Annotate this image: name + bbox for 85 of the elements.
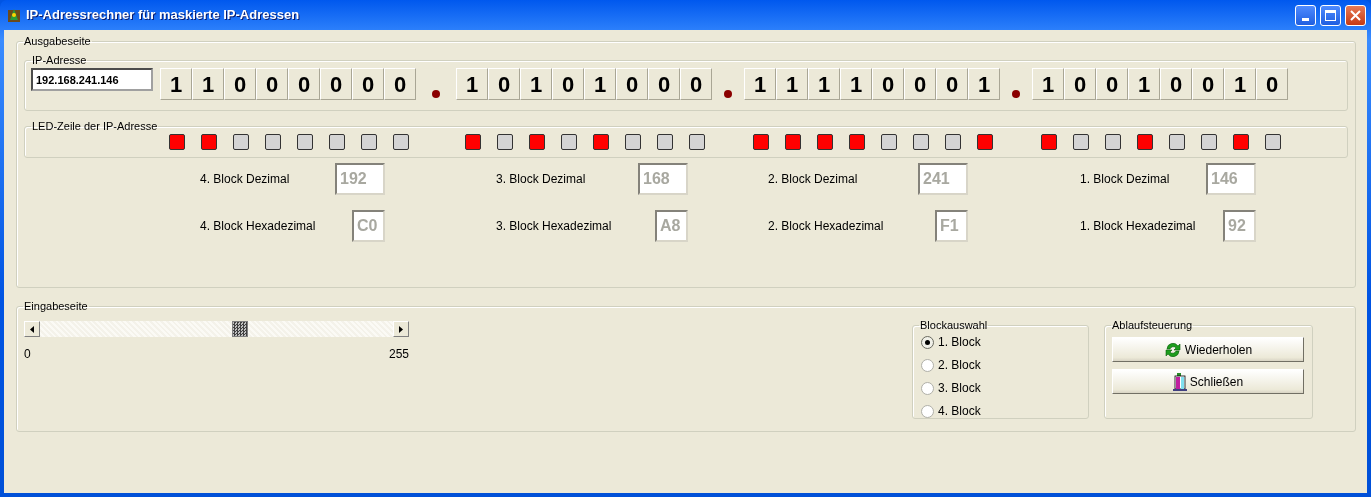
hex-value-field: C0: [352, 210, 385, 242]
bit-cell: 0: [488, 68, 520, 100]
close-icon: [1350, 9, 1361, 21]
ip-address-field[interactable]: 192.168.241.146: [31, 68, 153, 91]
right-arrow-icon: [399, 325, 403, 333]
minimize-button[interactable]: [1295, 4, 1316, 26]
bit-cell: 1: [776, 68, 808, 100]
bit-cell: 0: [288, 68, 320, 100]
hex-value-field: F1: [935, 210, 968, 242]
bit-cell: 1: [968, 68, 1000, 100]
field-label: 4. Block Hexadezimal: [200, 218, 316, 235]
maximize-button[interactable]: [1320, 4, 1341, 26]
scroll-left-button[interactable]: [24, 321, 40, 337]
group-title: Blockauswahl: [919, 320, 989, 331]
close-button[interactable]: [1345, 4, 1366, 26]
group-title: Eingabeseite: [23, 301, 89, 312]
field-label: 4. Block Dezimal: [200, 171, 290, 188]
door-icon: [1172, 372, 1187, 391]
bit-cell: 0: [1192, 68, 1224, 100]
max-label: 255: [388, 346, 409, 363]
bit-cell: 0: [384, 68, 416, 100]
bit-cell: 1: [1128, 68, 1160, 100]
maximize-icon: [1325, 9, 1336, 21]
bit-cell: 1: [808, 68, 840, 100]
field-label: 1. Block Dezimal: [1080, 171, 1170, 188]
min-label: 0: [24, 346, 31, 363]
decimal-value-field: 146: [1206, 163, 1256, 195]
field-label: 2. Block Hexadezimal: [768, 218, 884, 235]
dot-separator: [724, 90, 732, 98]
bit-cell: 0: [936, 68, 968, 100]
minimize-icon: [1302, 17, 1309, 21]
bit-cell: 0: [904, 68, 936, 100]
left-arrow-icon: [30, 325, 34, 333]
radio-label[interactable]: 4. Block: [938, 402, 981, 420]
bit-cell: 0: [320, 68, 352, 100]
bit-cell: 0: [680, 68, 712, 100]
bit-cell: 0: [648, 68, 680, 100]
repeat-button[interactable]: Wiederholen: [1112, 337, 1304, 362]
bit-cell: 1: [744, 68, 776, 100]
scroll-right-button[interactable]: [393, 321, 409, 337]
radio-label[interactable]: 2. Block: [938, 356, 981, 374]
bit-cell: 0: [616, 68, 648, 100]
close-app-button[interactable]: Schließen: [1112, 369, 1304, 394]
dot-separator: [432, 90, 440, 98]
slider-thumb[interactable]: [232, 321, 249, 337]
refresh-icon: [1163, 341, 1182, 358]
hex-value-field: 92: [1223, 210, 1256, 242]
radio-button[interactable]: [921, 358, 934, 372]
group-title: Ausgabeseite: [23, 36, 92, 47]
bit-cell: 1: [1032, 68, 1064, 100]
bit-cell: 1: [520, 68, 552, 100]
bit-cell: 1: [456, 68, 488, 100]
radio-button[interactable]: [921, 404, 934, 418]
bit-cell: 0: [352, 68, 384, 100]
bit-cell: 0: [1096, 68, 1128, 100]
bit-cell: 0: [224, 68, 256, 100]
radio-button[interactable]: [921, 381, 934, 395]
field-label: 3. Block Hexadezimal: [496, 218, 612, 235]
radio-label[interactable]: 3. Block: [938, 379, 981, 397]
bit-cell: 0: [552, 68, 584, 100]
bit-cell: 0: [256, 68, 288, 100]
group-title: Ablaufsteuerung: [1111, 320, 1194, 331]
bit-cell: 0: [1064, 68, 1096, 100]
bit-cell: 1: [1224, 68, 1256, 100]
bit-cell: 1: [584, 68, 616, 100]
group-title: IP-Adresse: [31, 55, 88, 66]
hex-value-field: A8: [655, 210, 688, 242]
bit-cell: 1: [160, 68, 192, 100]
bit-cell: 0: [1160, 68, 1192, 100]
decimal-value-field: 241: [918, 163, 968, 195]
field-label: 3. Block Dezimal: [496, 171, 586, 188]
app-icon: [6, 7, 22, 23]
bit-cell: 0: [1256, 68, 1288, 100]
decimal-value-field: 168: [638, 163, 688, 195]
group-title: LED-Zeile der IP-Adresse: [31, 121, 159, 132]
bit-cell: 0: [872, 68, 904, 100]
field-label: 2. Block Dezimal: [768, 171, 858, 188]
dot-separator: [1012, 90, 1020, 98]
bit-cell: 1: [192, 68, 224, 100]
decimal-value-field: 192: [335, 163, 385, 195]
bit-cell: 1: [840, 68, 872, 100]
radio-button[interactable]: [921, 335, 934, 349]
window-title: IP-Adressrechner für maskierte IP-Adressen: [26, 6, 300, 25]
field-label: 1. Block Hexadezimal: [1080, 218, 1196, 235]
radio-label[interactable]: 1. Block: [938, 333, 981, 351]
